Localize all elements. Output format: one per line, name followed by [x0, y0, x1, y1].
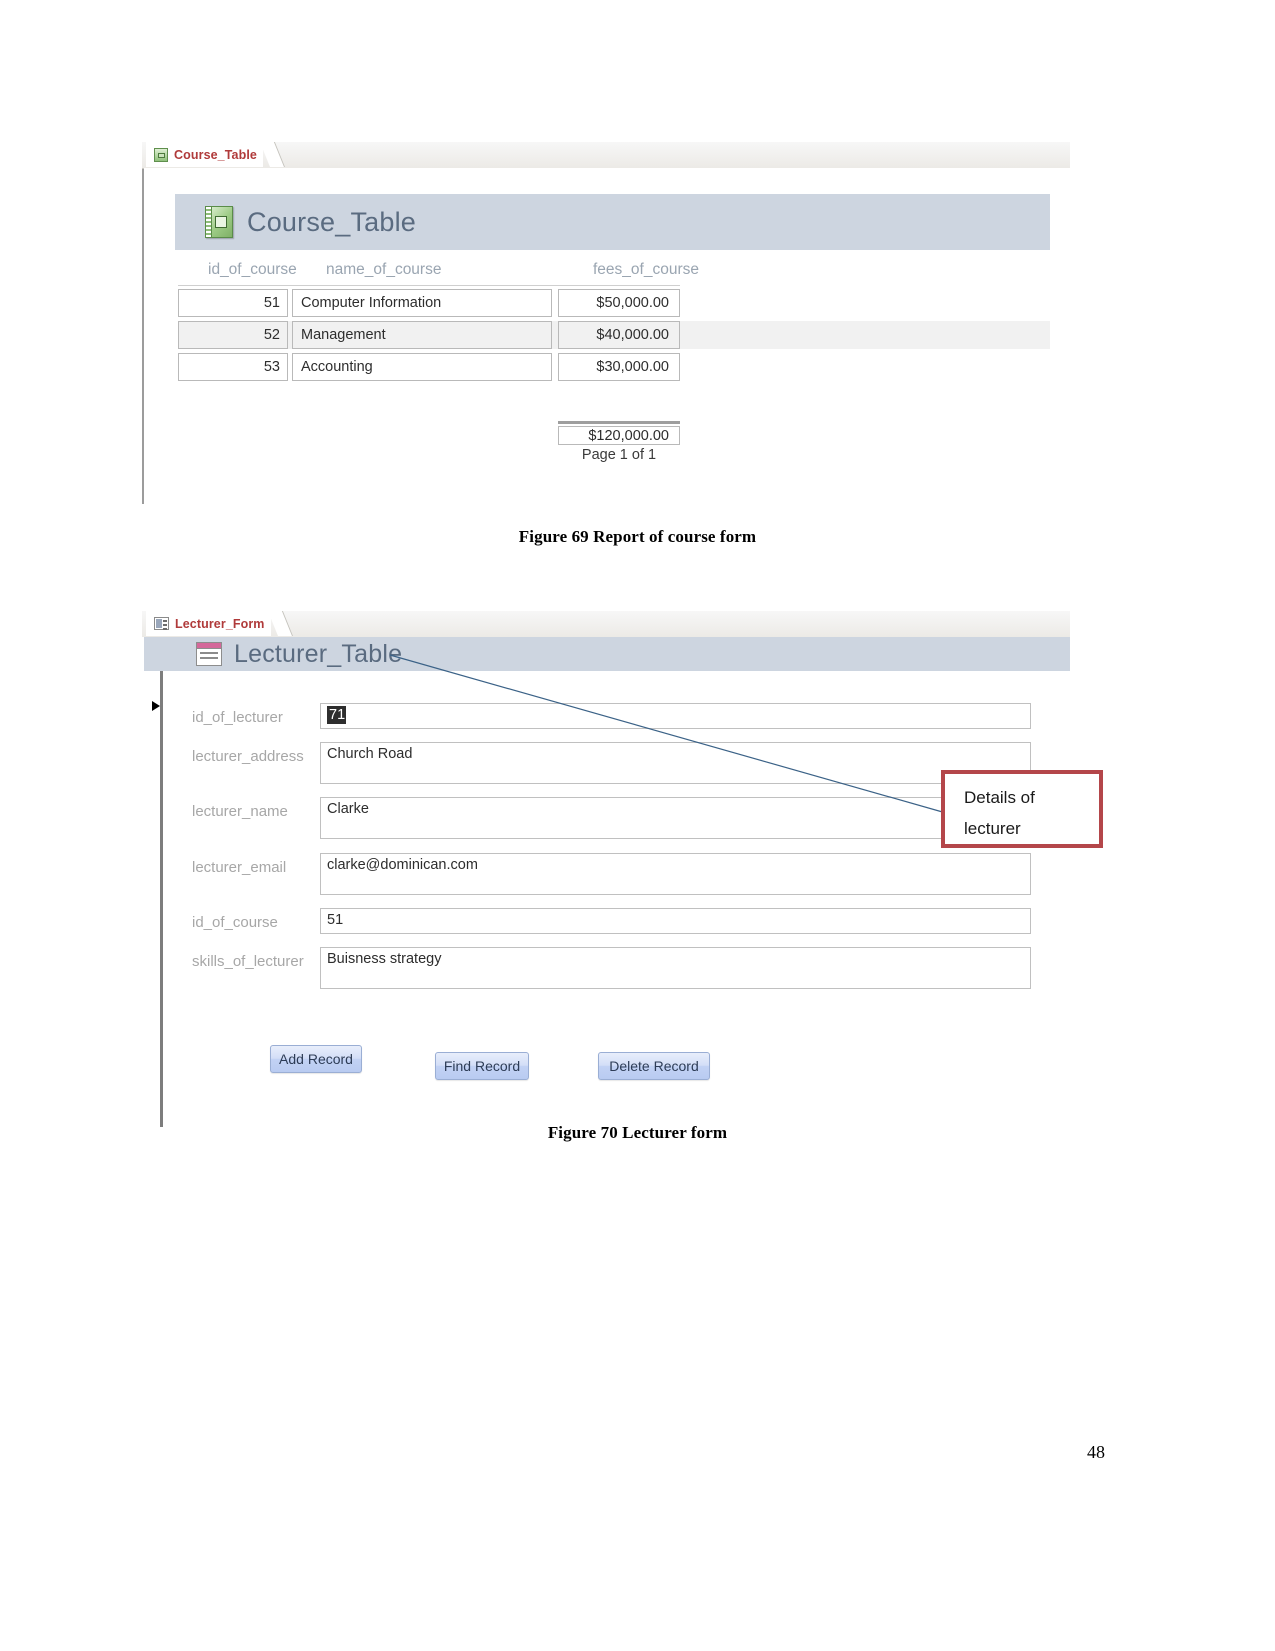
annotation-leader-line	[389, 654, 947, 814]
cell-id-of-course: 53	[178, 353, 288, 381]
table-icon-large	[205, 206, 233, 238]
form-icon	[154, 617, 169, 630]
page-number: 48	[1087, 1442, 1105, 1462]
label-lecturer-name: lecturer_name	[192, 803, 288, 820]
delete-record-button[interactable]: Delete Record	[598, 1052, 710, 1080]
report-title: Course_Table	[247, 206, 417, 237]
cell-fees-of-course: $40,000.00	[558, 321, 680, 349]
report-tab-strip: Course_Table	[142, 142, 1070, 169]
report-page-footer: Page 1 of 1	[581, 447, 657, 463]
table-row: 51 Computer Information $50,000.00	[178, 289, 680, 317]
tab-slant-edge	[259, 142, 285, 167]
form-icon-large	[196, 642, 222, 666]
table-row: 53 Accounting $30,000.00	[178, 353, 680, 381]
tab-lecturer-form[interactable]: Lecturer_Form	[146, 611, 271, 636]
table-icon	[154, 147, 168, 162]
cell-name-of-course: Management	[292, 321, 552, 349]
label-id-of-lecturer: id_of_lecturer	[192, 709, 283, 726]
tab-lecturer-form-label: Lecturer_Form	[175, 616, 265, 631]
cell-fees-of-course: $30,000.00	[558, 353, 680, 381]
label-skills-of-lecturer: skills_of_lecturer	[192, 953, 304, 970]
header-rule	[178, 285, 680, 286]
annotation-line-2: lecturer	[964, 819, 1021, 839]
total-rule	[558, 421, 680, 424]
tab-course-table[interactable]: Course_Table	[146, 142, 263, 167]
cell-id-of-course: 52	[178, 321, 288, 349]
course-report-body: Course_Table id_of_course name_of_course…	[144, 168, 1070, 504]
figure-69-caption: Figure 69 Report of course form	[518, 527, 757, 546]
tab-slant-edge	[267, 611, 293, 636]
record-selector-arrow-icon[interactable]	[152, 701, 160, 711]
input-lecturer-email[interactable]: clarke@dominican.com	[320, 853, 1031, 895]
course-report-window: Course_Table Course_Table id_of_course n…	[142, 142, 1070, 504]
annotation-callout: Details of lecturer	[941, 770, 1103, 848]
report-column-headers: id_of_course name_of_course fees_of_cour…	[175, 261, 1050, 283]
tab-course-table-label: Course_Table	[174, 147, 257, 162]
record-selector-rail	[160, 671, 163, 1127]
label-lecturer-email: lecturer_email	[192, 859, 287, 876]
cell-id-of-course: 51	[178, 289, 288, 317]
input-id-of-course[interactable]: 51	[320, 908, 1031, 934]
form-tab-strip: Lecturer_Form	[142, 611, 1070, 638]
annotation-line-1: Details of	[964, 788, 1035, 807]
cell-fees-of-course: $50,000.00	[558, 289, 680, 317]
report-total-box: $120,000.00	[558, 426, 680, 445]
cell-name-of-course: Computer Information	[292, 289, 552, 317]
report-total-value: $120,000.00	[588, 428, 669, 444]
add-record-button[interactable]: Add Record	[270, 1045, 362, 1073]
input-id-of-lecturer-value: 71	[327, 706, 347, 724]
input-skills-of-lecturer[interactable]: Buisness strategy	[320, 947, 1031, 989]
column-header-fees: fees_of_course	[593, 261, 699, 278]
cell-name-of-course: Accounting	[292, 353, 552, 381]
report-title-band: Course_Table	[175, 194, 1050, 250]
label-id-of-course: id_of_course	[192, 914, 278, 931]
figure-70-caption: Figure 70 Lecturer form	[547, 1123, 728, 1142]
column-header-id: id_of_course	[208, 261, 297, 278]
form-title: Lecturer_Table	[234, 639, 403, 668]
label-lecturer-address: lecturer_address	[192, 748, 304, 765]
table-row: 52 Management $40,000.00	[178, 321, 1050, 349]
find-record-button[interactable]: Find Record	[435, 1052, 529, 1080]
column-header-name: name_of_course	[326, 261, 442, 278]
